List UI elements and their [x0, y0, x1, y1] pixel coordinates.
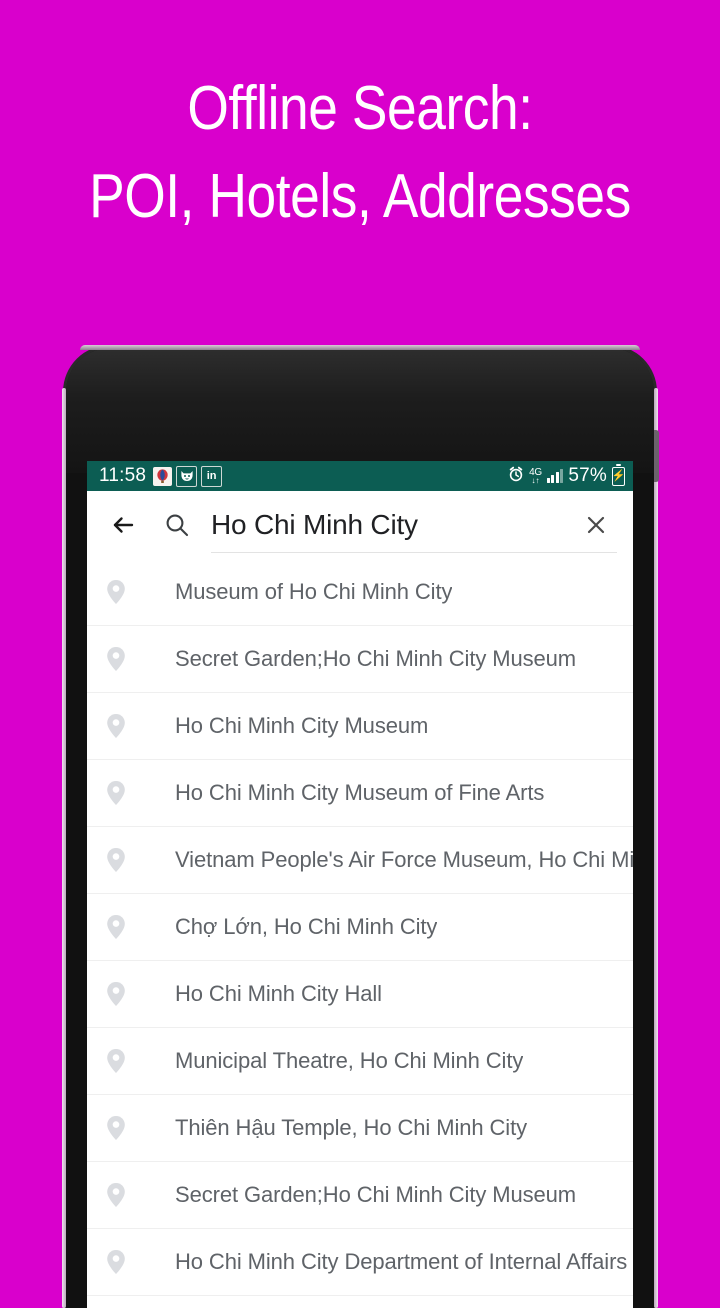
headline-line-1: Offline Search:: [187, 74, 533, 143]
search-icon: [157, 503, 197, 547]
result-row[interactable]: Secret Garden;Ho Chi Minh City Museum: [87, 626, 633, 693]
result-label: Vietnam People's Air Force Museum, Ho Ch…: [175, 847, 633, 872]
mobile-data-icon: 4G ↓↑: [529, 467, 542, 485]
result-label: Municipal Theatre, Ho Chi Minh City: [175, 1048, 524, 1073]
power-button[interactable]: [654, 430, 659, 482]
phone-mockup: 11:58 in 4G ↓↑ 57% ⚡ Ho Chi Minh City Mu…: [62, 345, 659, 1308]
map-pin-icon: [105, 645, 157, 673]
map-pin-icon: [105, 578, 157, 606]
status-clock: 11:58: [99, 465, 147, 486]
phone-screen: 11:58 in 4G ↓↑ 57% ⚡ Ho Chi Minh City Mu…: [87, 461, 633, 1308]
hot-air-balloon-icon: [153, 466, 173, 486]
signal-bars-icon: [546, 469, 564, 483]
result-label: Secret Garden;Ho Chi Minh City Museum: [175, 646, 577, 671]
status-bar-right: 4G ↓↑ 57% ⚡: [508, 463, 625, 487]
result-row[interactable]: Municipal Theatre, Ho Chi Minh City: [87, 1028, 633, 1095]
status-bar: 11:58 in 4G ↓↑ 57% ⚡: [87, 461, 633, 491]
result-row[interactable]: Ho Chi Minh City Department of Internal …: [87, 1229, 633, 1296]
notification-icons: in: [153, 465, 223, 487]
result-row[interactable]: Ho Chi Minh City Museum of Fine Arts: [87, 760, 633, 827]
result-label: Ho Chi Minh City Hall: [175, 981, 382, 1006]
map-pin-icon: [105, 980, 157, 1008]
clear-search-button[interactable]: [575, 503, 617, 547]
result-row[interactable]: Museum of Ho Chi Minh City: [87, 559, 633, 626]
battery-percentage: 57%: [568, 465, 607, 486]
result-row[interactable]: Ho Chi Minh City Hall: [87, 961, 633, 1028]
map-pin-icon: [105, 1181, 157, 1209]
phone-top-edge: [80, 345, 640, 350]
map-pin-icon: [105, 1248, 157, 1276]
map-pin-icon: [105, 913, 157, 941]
search-query-text: Ho Chi Minh City: [211, 509, 418, 540]
back-button[interactable]: [101, 503, 145, 547]
status-bar-left: 11:58 in: [99, 465, 508, 487]
result-row[interactable]: Thiên Hậu Temple, Ho Chi Minh City: [87, 1095, 633, 1162]
result-label: Ho Chi Minh City Department of Internal …: [175, 1249, 628, 1274]
headline-line-2: POI, Hotels, Addresses: [89, 162, 631, 231]
result-row[interactable]: Ho Chi Minh City Museum: [87, 693, 633, 760]
result-label: Thiên Hậu Temple, Ho Chi Minh City: [175, 1115, 528, 1140]
search-header: Ho Chi Minh City: [87, 491, 633, 559]
result-label: Chợ Lớn, Ho Chi Minh City: [175, 914, 438, 939]
search-results-list: Museum of Ho Chi Minh City Secret Garden…: [87, 559, 633, 1296]
result-label: Ho Chi Minh City Museum: [175, 713, 429, 738]
data-arrows-icon: ↓↑: [531, 475, 540, 485]
result-row[interactable]: Vietnam People's Air Force Museum, Ho Ch…: [87, 827, 633, 894]
alarm-clock-icon: [508, 466, 524, 486]
result-row[interactable]: Secret Garden;Ho Chi Minh City Museum: [87, 1162, 633, 1229]
result-label: Ho Chi Minh City Museum of Fine Arts: [175, 780, 545, 805]
result-label: Museum of Ho Chi Minh City: [175, 579, 453, 604]
cat-face-icon: [176, 465, 198, 487]
search-input[interactable]: Ho Chi Minh City: [197, 500, 575, 550]
map-pin-icon: [105, 1114, 157, 1142]
phone-edge-left: [62, 388, 66, 1308]
phone-edge-right: [654, 388, 658, 1308]
map-pin-icon: [105, 1047, 157, 1075]
result-row[interactable]: Chợ Lớn, Ho Chi Minh City: [87, 894, 633, 961]
map-pin-icon: [105, 779, 157, 807]
map-pin-icon: [105, 846, 157, 874]
promo-headline: Offline Search: POI, Hotels, Addresses: [0, 78, 720, 228]
map-pin-icon: [105, 712, 157, 740]
result-label: Secret Garden;Ho Chi Minh City Museum: [175, 1182, 577, 1207]
phone-bezel: [66, 348, 654, 473]
linkedin-icon: in: [201, 465, 223, 487]
search-field-underline: [211, 552, 617, 553]
battery-charging-icon: ⚡: [612, 463, 625, 486]
